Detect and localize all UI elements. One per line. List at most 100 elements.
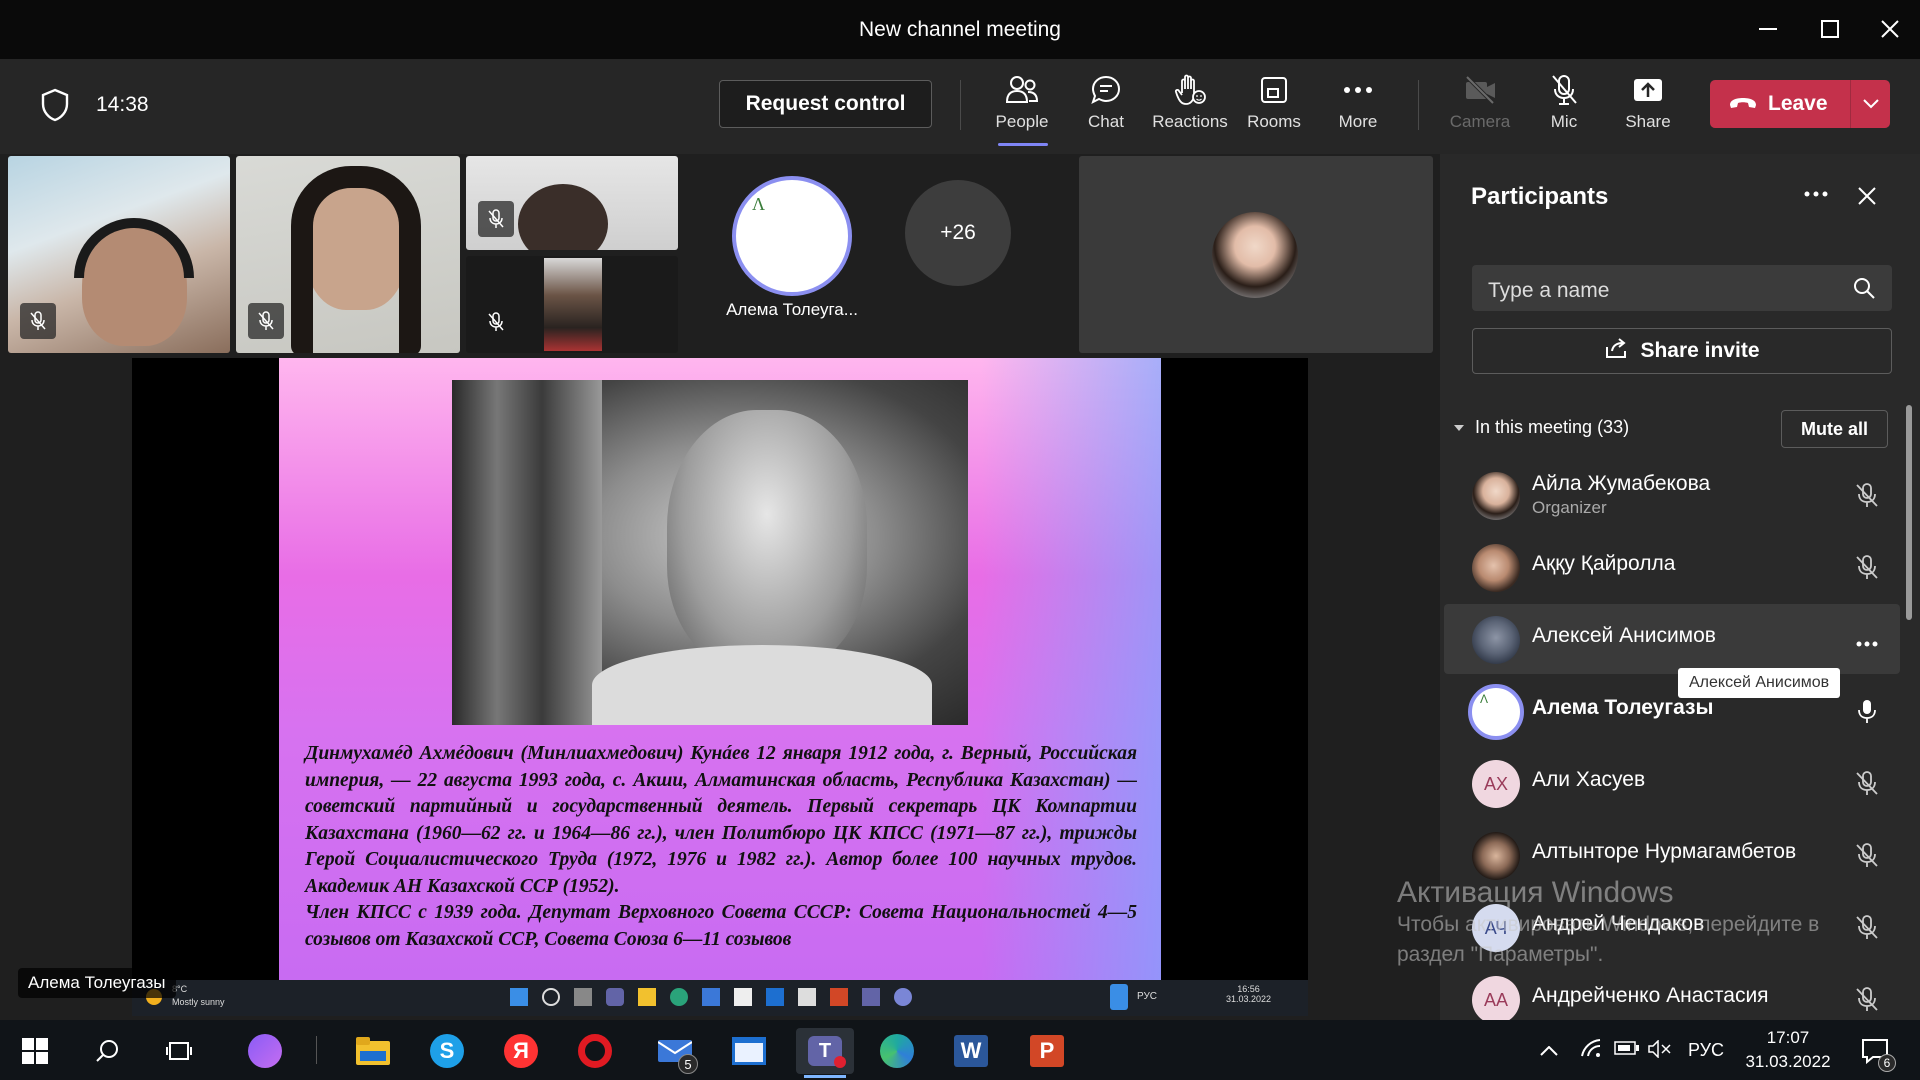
video-tile-participant-4[interactable] bbox=[466, 256, 678, 353]
video-tile-participant-2[interactable] bbox=[236, 156, 460, 353]
video-tile-participant-3[interactable] bbox=[466, 156, 678, 250]
participant-more-icon[interactable] bbox=[1856, 634, 1878, 652]
shield-icon[interactable] bbox=[40, 88, 70, 122]
camera-button[interactable]: Camera bbox=[1438, 72, 1522, 144]
close-window-button[interactable] bbox=[1870, 12, 1910, 46]
participant-avatar bbox=[1472, 472, 1520, 520]
leave-options-chevron-icon[interactable] bbox=[1850, 80, 1890, 128]
mic-off-icon bbox=[248, 303, 284, 339]
mic-label: Mic bbox=[1550, 112, 1578, 131]
window-app-icon[interactable] bbox=[726, 1028, 772, 1074]
task-view-icon[interactable] bbox=[156, 1028, 202, 1074]
request-control-button[interactable]: Request control bbox=[719, 80, 932, 128]
share-screen-icon bbox=[1630, 72, 1666, 108]
mail-icon[interactable]: 5 bbox=[652, 1028, 698, 1074]
wifi-icon[interactable] bbox=[1580, 1038, 1602, 1063]
bookshelf bbox=[452, 380, 602, 725]
powerpoint-icon bbox=[830, 988, 848, 1006]
windows-start-icon[interactable] bbox=[12, 1028, 58, 1074]
share-invite-button[interactable]: Share invite bbox=[1472, 328, 1892, 374]
taskbar-clock[interactable]: 17:07 31.03.2022 bbox=[1740, 1026, 1836, 1074]
opera-icon[interactable] bbox=[572, 1028, 618, 1074]
skype-icon[interactable]: S bbox=[424, 1028, 470, 1074]
mic-off-icon bbox=[1854, 842, 1880, 868]
mic-off-icon bbox=[20, 303, 56, 339]
edge-icon[interactable] bbox=[874, 1028, 920, 1074]
folder-icon bbox=[638, 988, 656, 1006]
minimize-button[interactable] bbox=[1748, 12, 1788, 46]
file-explorer-icon[interactable] bbox=[350, 1028, 396, 1074]
participant-row[interactable]: Айла Жумабекова Organizer bbox=[1444, 460, 1900, 530]
mic-button[interactable]: Mic bbox=[1522, 72, 1606, 144]
notifications-badge: 6 bbox=[1878, 1054, 1896, 1072]
close-panel-icon[interactable] bbox=[1857, 186, 1877, 211]
participant-initials-avatar: АА bbox=[1472, 976, 1520, 1024]
rooms-button[interactable]: Rooms bbox=[1232, 72, 1316, 144]
in-meeting-section-header[interactable]: In this meeting (33) bbox=[1453, 417, 1629, 438]
participant-name: Али Хасуев bbox=[1532, 768, 1646, 791]
participant-row[interactable]: АЧ Андрей Чендаков bbox=[1444, 892, 1900, 962]
dropbox-icon bbox=[766, 988, 784, 1006]
participant-row[interactable]: Алтынторе Нурмагамбетов bbox=[1444, 820, 1900, 890]
taskbar-time: 17:07 bbox=[1766, 1028, 1810, 1047]
mute-all-button[interactable]: Mute all bbox=[1781, 410, 1888, 448]
people-button[interactable]: People bbox=[980, 72, 1064, 144]
more-button[interactable]: More bbox=[1316, 72, 1400, 144]
participant-row[interactable]: Аққу Қайролла bbox=[1444, 532, 1900, 602]
leave-main[interactable]: Leave bbox=[1710, 92, 1850, 116]
slide-paragraph-2: Член КПСС с 1939 года. Депутат Верховног… bbox=[305, 902, 1137, 950]
portrait-shirt bbox=[592, 645, 932, 725]
alice-assistant-icon[interactable] bbox=[242, 1028, 288, 1074]
powerpoint-icon[interactable]: P bbox=[1024, 1028, 1070, 1074]
avatar-mark: Λ bbox=[1480, 692, 1489, 706]
reactions-button[interactable]: Reactions bbox=[1148, 72, 1232, 144]
maximize-button[interactable] bbox=[1810, 12, 1850, 46]
mic-off-icon bbox=[1854, 554, 1880, 580]
in-meeting-count: In this meeting (33) bbox=[1475, 417, 1630, 437]
rooms-icon bbox=[1256, 72, 1292, 108]
mic-off-icon bbox=[1546, 72, 1582, 108]
battery-icon[interactable] bbox=[1614, 1040, 1640, 1061]
mic-active-icon bbox=[1110, 984, 1128, 1010]
toolbar-divider bbox=[1418, 80, 1419, 130]
participant-name-tooltip: Алексей Анисимов bbox=[1678, 668, 1841, 698]
teams-icon bbox=[606, 988, 624, 1006]
participant-hair bbox=[291, 166, 421, 353]
tray-chevron-icon[interactable] bbox=[1540, 1040, 1558, 1061]
volume-muted-icon[interactable] bbox=[1648, 1039, 1672, 1063]
search-icon bbox=[542, 988, 560, 1006]
chat-button[interactable]: Chat bbox=[1064, 72, 1148, 144]
mic-off-icon bbox=[1854, 770, 1880, 796]
leave-button[interactable]: Leave bbox=[1710, 80, 1890, 128]
rooms-label: Rooms bbox=[1247, 112, 1301, 131]
participant-row[interactable]: АХ Али Хасуев bbox=[1444, 748, 1900, 818]
shared-screen-taskbar: 8°C Mostly sunny РУС 16:56 31.03.2022 bbox=[132, 980, 1308, 1016]
video-tile-organizer[interactable] bbox=[1079, 156, 1433, 353]
participant-row-hovered[interactable]: Алексей Анисимов bbox=[1444, 604, 1900, 674]
presentation-slide: Динмухамéд Ахмéдович (Минлиахмедович) Ку… bbox=[279, 358, 1161, 980]
headphones-icon bbox=[74, 218, 194, 278]
participant-name: Айла Жумабекова bbox=[1532, 472, 1711, 495]
store-icon bbox=[734, 988, 752, 1006]
search-icon[interactable] bbox=[1853, 277, 1875, 304]
keyboard-language[interactable]: РУС bbox=[1688, 1040, 1724, 1061]
more-participants-overflow[interactable]: +26 bbox=[905, 180, 1011, 286]
teams-taskbar-icon[interactable]: T bbox=[796, 1028, 854, 1078]
notifications-icon[interactable]: 6 bbox=[1852, 1028, 1898, 1074]
presenter-name-label: Алема Толеугазы bbox=[18, 968, 176, 998]
participant-search-input[interactable]: Type a name bbox=[1472, 265, 1892, 311]
organizer-avatar bbox=[1212, 212, 1298, 298]
yandex-browser-icon[interactable]: Я bbox=[498, 1028, 544, 1074]
panel-more-icon[interactable] bbox=[1804, 184, 1828, 202]
video-tile-participant-1[interactable] bbox=[8, 156, 230, 353]
panel-scrollbar[interactable] bbox=[1906, 405, 1912, 620]
participant-initials-avatar: АЧ bbox=[1472, 904, 1520, 952]
shared-taskbar-apps bbox=[510, 988, 912, 1006]
share-button[interactable]: Share bbox=[1606, 72, 1690, 144]
word-icon[interactable]: W bbox=[948, 1028, 994, 1074]
mic-on-icon bbox=[1854, 698, 1880, 724]
taskbar-date: 31.03.2022 bbox=[1745, 1052, 1831, 1071]
alema-avatar[interactable]: Λ bbox=[732, 176, 852, 296]
taskbar-search-icon[interactable] bbox=[84, 1028, 130, 1074]
avatar-mark: Λ bbox=[752, 194, 766, 214]
